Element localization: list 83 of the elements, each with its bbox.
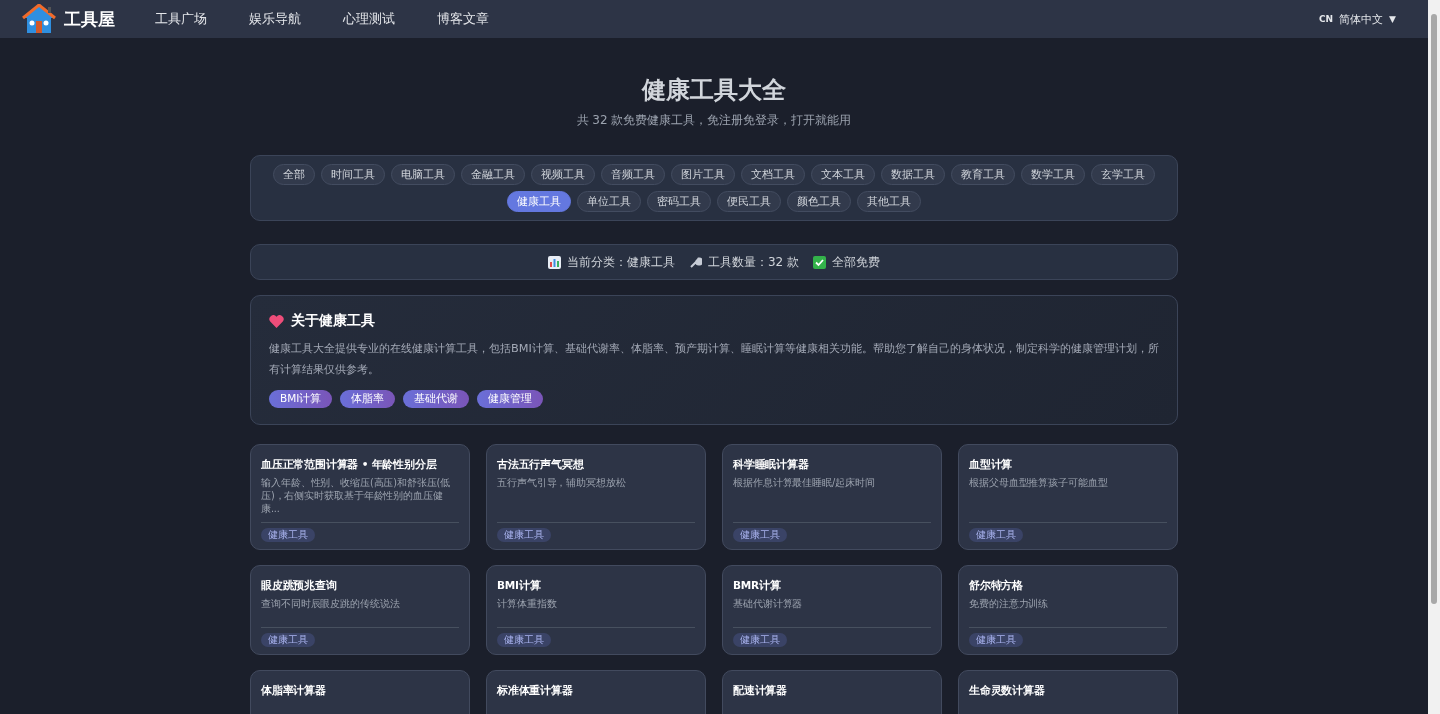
category-chip[interactable]: 电脑工具 xyxy=(391,164,455,185)
tool-card[interactable]: BMI计算 计算体重指数 健康工具 xyxy=(486,565,706,655)
language-code[interactable]: CN xyxy=(1318,14,1334,24)
tool-description: 五行声气引导，辅助冥想放松 xyxy=(497,476,627,490)
category-chip[interactable]: 时间工具 xyxy=(321,164,385,185)
category-chip[interactable]: 图片工具 xyxy=(671,164,735,185)
tool-card[interactable]: 科学睡眠计算器 根据作息计算最佳睡眠/起床时间 健康工具 xyxy=(722,444,942,550)
category-chip[interactable]: 文本工具 xyxy=(811,164,875,185)
nav-link[interactable]: 工具广场 xyxy=(155,10,207,28)
tool-title: 体脂率计算器 xyxy=(261,683,327,697)
tool-title: 舒尔特方格 xyxy=(969,578,1024,592)
tool-title: 血压正常范围计算器 • 年龄性别分层 xyxy=(261,457,438,471)
tool-card[interactable]: 标准体重计算器 xyxy=(486,670,706,714)
about-title: 关于健康工具 xyxy=(291,312,375,330)
tool-description: 基础代谢计算器 xyxy=(733,597,804,611)
tool-card[interactable]: BMR计算 基础代谢计算器 健康工具 xyxy=(722,565,942,655)
category-chip[interactable]: 健康工具 xyxy=(507,191,571,212)
tool-card[interactable]: 眼皮跳预兆查询 查询不同时辰眼皮跳的传统说法 健康工具 xyxy=(250,565,470,655)
tool-description: 根据作息计算最佳睡眠/起床时间 xyxy=(733,476,876,490)
tool-title: 眼皮跳预兆查询 xyxy=(261,578,338,592)
nav-link[interactable]: 娱乐导航 xyxy=(249,10,301,28)
stat-text: 全部免费 xyxy=(832,253,881,271)
category-tag: 健康工具 xyxy=(261,633,315,647)
tool-card[interactable]: 舒尔特方格 免费的注意力训练 健康工具 xyxy=(958,565,1178,655)
category-tag: 健康工具 xyxy=(497,633,551,647)
topic-tag: 体脂率 xyxy=(340,390,396,408)
bar-chart-icon xyxy=(547,255,561,269)
tool-title: 血型计算 xyxy=(969,457,1014,471)
tool-title: 科学睡眠计算器 xyxy=(733,457,810,471)
tool-card[interactable]: 血型计算 根据父母血型推算孩子可能血型 健康工具 xyxy=(958,444,1178,550)
tool-description: 查询不同时辰眼皮跳的传统说法 xyxy=(261,597,401,611)
category-chip[interactable]: 颜色工具 xyxy=(787,191,851,212)
category-chip[interactable]: 其他工具 xyxy=(857,191,921,212)
topic-tag: BMI计算 xyxy=(269,390,333,408)
about-description: 健康工具大全提供专业的在线健康计算工具，包括BMI计算、基础代谢率、体脂率、预产期计算、睡眠计算等健康相关功能。帮助您了解自己的身体状况，制定科学的健康管理计划，所有计算结果仅供参考。 xyxy=(269,341,1159,378)
tool-title: 生命灵数计算器 xyxy=(969,683,1046,697)
caret-icon[interactable]: ▼ xyxy=(1389,14,1396,24)
tool-title: 古法五行声气冥想 xyxy=(497,457,585,471)
topic-tag: 健康管理 xyxy=(477,390,544,408)
checkmark-icon xyxy=(813,255,827,269)
category-tag: 健康工具 xyxy=(733,528,787,542)
tool-description: 免费的注意力训练 xyxy=(969,597,1050,611)
tool-title: 配速计算器 xyxy=(733,683,788,697)
category-tag: 健康工具 xyxy=(733,633,787,647)
brand-name[interactable]: 工具屋 xyxy=(64,7,115,31)
language-selector[interactable]: 简体中文 xyxy=(1339,11,1384,27)
category-chip[interactable]: 便民工具 xyxy=(717,191,781,212)
page-subtitle: 共 32 款免费健康工具，免注册免登录，打开就能用 xyxy=(576,112,852,129)
house-logo-icon[interactable] xyxy=(22,4,56,34)
tool-card[interactable]: 生命灵数计算器 xyxy=(958,670,1178,714)
page-title: 健康工具大全 xyxy=(642,75,786,106)
nav-link[interactable]: 博客文章 xyxy=(437,10,489,28)
tool-card[interactable]: 体脂率计算器 xyxy=(250,670,470,714)
category-chip[interactable]: 金融工具 xyxy=(461,164,525,185)
tool-title: BMI计算 xyxy=(497,578,542,592)
category-tag: 健康工具 xyxy=(969,528,1023,542)
nav-link[interactable]: 心理测试 xyxy=(343,10,395,28)
topic-tag: 基础代谢 xyxy=(403,390,470,408)
category-chip[interactable]: 音频工具 xyxy=(601,164,665,185)
heart-icon xyxy=(269,314,284,328)
category-chip[interactable]: 全部 xyxy=(273,164,315,185)
tool-card[interactable]: 古法五行声气冥想 五行声气引导，辅助冥想放松 健康工具 xyxy=(486,444,706,550)
category-chip[interactable]: 密码工具 xyxy=(647,191,711,212)
category-chip[interactable]: 教育工具 xyxy=(951,164,1015,185)
tool-title: BMR计算 xyxy=(733,578,782,592)
tool-description: 计算体重指数 xyxy=(497,597,558,611)
category-chip[interactable]: 单位工具 xyxy=(577,191,641,212)
category-tag: 健康工具 xyxy=(969,633,1023,647)
wrench-icon xyxy=(688,255,702,269)
stat-text: 工具数量：32 款 xyxy=(707,253,800,271)
category-chip[interactable]: 数学工具 xyxy=(1021,164,1085,185)
tool-card[interactable]: 血压正常范围计算器 • 年龄性别分层 输入年龄、性别、收缩压(高压)和舒张压(低压)，右侧实时获取基于年龄性别的血压健康... 健康工具 xyxy=(250,444,470,550)
stat-text: 当前分类：健康工具 xyxy=(566,253,675,271)
category-chip[interactable]: 文档工具 xyxy=(741,164,805,185)
tool-description: 根据父母血型推算孩子可能血型 xyxy=(969,476,1109,490)
category-chip[interactable]: 玄学工具 xyxy=(1091,164,1155,185)
category-tag: 健康工具 xyxy=(497,528,551,542)
tool-title: 标准体重计算器 xyxy=(497,683,574,697)
category-tag: 健康工具 xyxy=(261,528,315,542)
category-chip[interactable]: 视频工具 xyxy=(531,164,595,185)
category-chip[interactable]: 数据工具 xyxy=(881,164,945,185)
tool-description: 输入年龄、性别、收缩压(高压)和舒张压(低压)，右侧实时获取基于年龄性别的血压健康... xyxy=(261,476,452,515)
tool-card[interactable]: 配速计算器 xyxy=(722,670,942,714)
